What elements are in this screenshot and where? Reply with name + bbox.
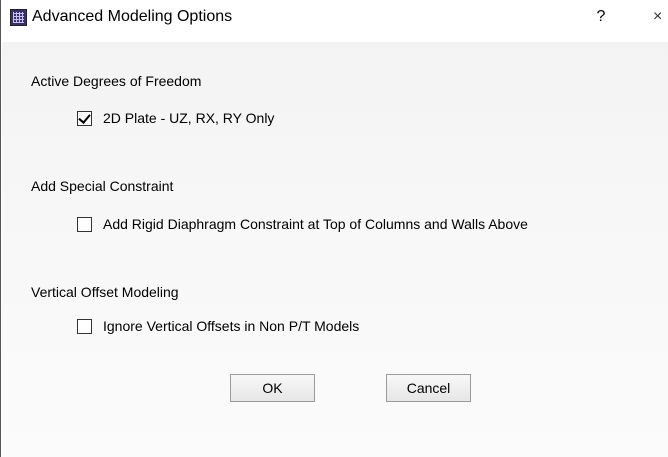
app-icon [10,9,27,26]
plate-2d-label: 2D Plate - UZ, RX, RY Only [103,110,275,126]
offset-group-title: Vertical Offset Modeling [31,284,179,300]
dof-option-row[interactable]: 2D Plate - UZ, RX, RY Only [77,110,377,130]
dof-group-title: Active Degrees of Freedom [31,73,202,89]
constraint-option-row[interactable]: Add Rigid Diaphragm Constraint at Top of… [77,216,637,236]
ignore-offsets-label: Ignore Vertical Offsets in Non P/T Model… [103,318,360,334]
dialog-body [2,42,668,457]
help-button[interactable]: ? [591,6,611,28]
window-title: Advanced Modeling Options [32,8,233,25]
advanced-modeling-options-dialog: Advanced Modeling Options ? × Active Deg… [0,0,668,457]
rigid-diaphragm-label: Add Rigid Diaphragm Constraint at Top of… [103,216,528,232]
cancel-button[interactable]: Cancel [386,374,471,402]
offset-option-row[interactable]: Ignore Vertical Offsets in Non P/T Model… [77,318,417,338]
title-bar: Advanced Modeling Options ? × [1,0,668,42]
close-button[interactable]: × [653,6,668,28]
constraint-group-title: Add Special Constraint [31,178,174,194]
ok-button[interactable]: OK [230,374,315,402]
ignore-offsets-checkbox[interactable] [77,319,92,334]
rigid-diaphragm-checkbox[interactable] [77,217,92,232]
check-mark-icon [78,111,91,124]
plate-2d-checkbox[interactable] [77,111,92,126]
